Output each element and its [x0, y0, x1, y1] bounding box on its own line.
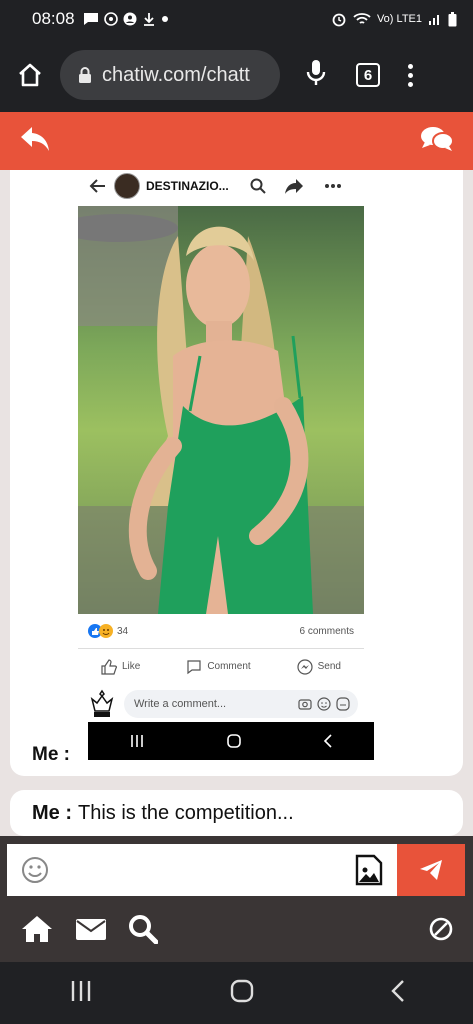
- message-card: DESTINAZIO... 34 6 comments Like Comment…: [10, 170, 463, 776]
- page-name: DESTINAZIO...: [146, 179, 229, 193]
- account-icon: [123, 12, 137, 26]
- menu-dot-icon: [408, 81, 413, 87]
- search-icon: [129, 914, 159, 944]
- menu-dot-icon: [408, 63, 413, 69]
- comment-icon: [187, 659, 201, 674]
- emoji-icon: [317, 697, 331, 711]
- reactions-summary[interactable]: 34 6 comments: [88, 624, 354, 638]
- screenshot-nav-bar: [88, 722, 374, 760]
- tab-switcher-button[interactable]: 6: [356, 63, 380, 87]
- microphone-icon: [306, 59, 326, 85]
- chats-button[interactable]: [419, 124, 455, 159]
- message-input[interactable]: [7, 844, 397, 896]
- recents-icon: [130, 735, 143, 747]
- home-circle-icon: [227, 734, 241, 748]
- photo-illustration: [78, 206, 364, 614]
- send-button[interactable]: Send: [297, 658, 341, 675]
- comment-label: Comment: [207, 661, 251, 672]
- home-icon: [22, 915, 52, 942]
- status-bar: 08:08 Vo) LTE1: [0, 0, 473, 38]
- message-text: This is the competition...: [78, 801, 294, 824]
- dot-icon: [161, 16, 168, 22]
- menu-dot-icon: [408, 72, 413, 78]
- home-button[interactable]: [230, 979, 254, 1008]
- messages-nav-button[interactable]: [76, 917, 106, 946]
- comment-composer: Write a comment...: [86, 688, 358, 720]
- reaction-count: 34: [117, 625, 129, 637]
- message-card: Me : This is the competition...: [10, 790, 463, 836]
- paper-plane-icon: [420, 860, 442, 880]
- back-button[interactable]: [390, 979, 405, 1008]
- post-photo: [78, 206, 364, 614]
- share-icon: [285, 179, 303, 194]
- network-label: Vo) LTE1: [376, 13, 422, 25]
- back-chevron-icon: [390, 979, 404, 1002]
- send-message-button[interactable]: [397, 844, 465, 896]
- recents-icon: [71, 980, 90, 1001]
- app-header: [0, 112, 473, 170]
- like-button[interactable]: Like: [101, 658, 141, 675]
- browser-toolbar: chatiw.com/chatt 6: [0, 38, 473, 112]
- system-navigation-bar: [0, 962, 473, 1024]
- message-icon: [83, 13, 98, 25]
- sticker-icon: [336, 697, 350, 711]
- back-chevron-icon: [324, 734, 332, 748]
- wifi-icon: [353, 13, 371, 24]
- search-nav-button[interactable]: [128, 914, 159, 949]
- reply-arrow-icon: [21, 126, 49, 151]
- lock-icon: [79, 67, 91, 83]
- page-avatar: [114, 173, 140, 199]
- clock: 08:08: [32, 9, 75, 28]
- back-button[interactable]: [18, 125, 52, 158]
- comments-count[interactable]: 6 comments: [300, 626, 354, 637]
- bottom-nav: [0, 900, 473, 962]
- whatsapp-icon: [103, 12, 118, 26]
- image-upload-icon: [355, 854, 383, 886]
- camera-icon: [298, 699, 312, 710]
- alarm-icon: [332, 13, 346, 27]
- emoji-icon: [22, 857, 48, 883]
- url-text: chatiw.com/chatt: [102, 63, 250, 86]
- comment-button[interactable]: Comment: [186, 659, 251, 675]
- messenger-icon: [297, 658, 313, 675]
- home-button[interactable]: [0, 62, 60, 88]
- comment-input[interactable]: Write a comment...: [124, 690, 358, 718]
- address-bar[interactable]: chatiw.com/chatt: [60, 50, 280, 100]
- message-sender: Me :: [32, 744, 70, 765]
- overflow-menu-button[interactable]: [408, 63, 413, 87]
- signal-icon: [429, 15, 439, 25]
- voice-search-button[interactable]: [306, 59, 326, 92]
- system-status-icons: Vo) LTE1: [331, 11, 457, 27]
- message-sender: Me :: [32, 801, 72, 824]
- search-icon: [250, 178, 266, 194]
- notification-icons: [83, 12, 169, 26]
- download-icon: [143, 13, 154, 26]
- shared-screenshot[interactable]: DESTINAZIO... 34 6 comments Like Comment…: [78, 170, 364, 760]
- home-circle-icon: [230, 979, 253, 1002]
- recents-button[interactable]: [69, 980, 93, 1007]
- comment-placeholder: Write a comment...: [134, 698, 227, 710]
- block-button[interactable]: [429, 917, 453, 946]
- envelope-icon: [76, 918, 106, 940]
- more-icon: [325, 184, 341, 188]
- post-actions: Like Comment Send: [78, 648, 364, 684]
- block-icon: [429, 917, 453, 940]
- post-header: DESTINAZIO...: [78, 170, 364, 202]
- like-label: Like: [121, 661, 141, 672]
- love-reaction-icon: [99, 624, 113, 638]
- send-label: Send: [317, 661, 341, 672]
- thumbs-up-icon: [101, 658, 117, 675]
- chat-bubbles-icon: [421, 126, 454, 151]
- message-input-bar: [0, 836, 473, 900]
- back-arrow-icon: [89, 179, 105, 193]
- battery-icon: [448, 11, 457, 26]
- king-avatar-icon: [90, 689, 114, 717]
- chat-area: DESTINAZIO... 34 6 comments Like Comment…: [0, 170, 473, 836]
- home-nav-button[interactable]: [20, 914, 54, 949]
- home-icon: [19, 63, 41, 87]
